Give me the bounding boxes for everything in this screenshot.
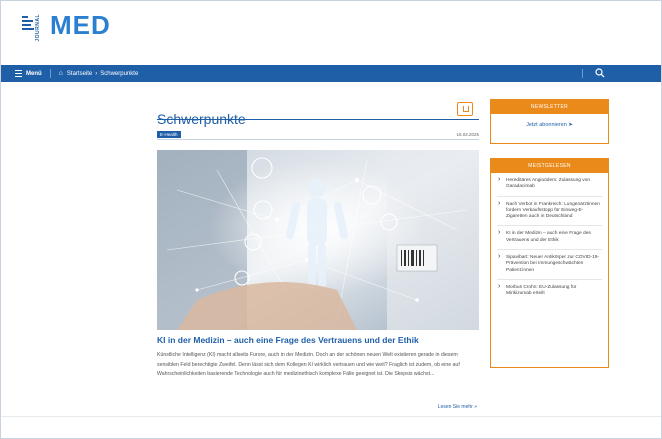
breadcrumb-separator: › (95, 70, 98, 77)
article-headline[interactable]: KI in der Medizin – auch eine Frage des … (157, 335, 479, 345)
category-tag[interactable]: E-Health (157, 131, 181, 138)
breadcrumb-current: Schwerpunkte (100, 70, 139, 77)
most-read-list: Hereditäres Angioödem: Zulassung von Gar… (491, 173, 608, 303)
list-item[interactable]: Morbus Crohn: EU-Zulassung für Mirikizum… (497, 280, 602, 303)
breadcrumb-home[interactable]: Startseite (67, 71, 92, 77)
newsletter-link-label: Jetzt abonnieren (526, 122, 567, 128)
breadcrumb: ⌂ Startseite › Schwerpunkte (59, 70, 139, 77)
article-date: 16.02.2025 (456, 132, 479, 137)
article-hero-image[interactable] (157, 150, 479, 330)
read-more-link[interactable]: Lesen Sie mehr » (438, 404, 477, 410)
home-icon: ⌂ (58, 70, 63, 77)
search-divider (582, 69, 583, 78)
logo-mark: JOURNAL (22, 14, 48, 42)
newsletter-subscribe-link[interactable]: Jetzt abonnieren ➤ (491, 114, 608, 128)
paper-plane-icon: ➤ (568, 122, 573, 128)
bookmark-icon[interactable] (457, 102, 473, 116)
title-divider (157, 119, 479, 120)
list-item[interactable]: Nach Verbot in Frankreich: Lungenärztinn… (497, 197, 602, 227)
menu-label: Menü (26, 70, 42, 77)
menu-button[interactable]: Menü (15, 70, 42, 77)
newsletter-heading: NEWSLETTER (491, 100, 608, 114)
most-read-heading: MEISTGELESEN (491, 159, 608, 173)
sidebar: NEWSLETTER Jetzt abonnieren ➤ MEISTGELES… (490, 99, 609, 368)
newsletter-box: NEWSLETTER Jetzt abonnieren ➤ (490, 99, 609, 144)
tag-divider (157, 139, 479, 140)
article-teaser: Künstliche Intelligenz (KI) macht allsei… (157, 352, 460, 377)
nav-divider (49, 69, 51, 78)
most-read-box: MEISTGELESEN Hereditäres Angioödem: Zula… (490, 158, 609, 368)
search-icon[interactable] (595, 68, 605, 78)
site-logo[interactable]: JOURNAL MED (22, 10, 111, 42)
logo-text: MED (50, 10, 111, 40)
bottom-divider (1, 416, 661, 417)
logo-journal-text: JOURNAL (35, 14, 41, 42)
list-item[interactable]: KI in der Medizin – auch eine Frage des … (497, 226, 602, 251)
list-item[interactable]: Sipavibart: Neuer Antikörper zur COVID-1… (497, 250, 602, 280)
list-item[interactable]: Hereditäres Angioödem: Zulassung von Gar… (497, 173, 602, 197)
menu-icon (15, 70, 22, 77)
main-navbar: Menü ⌂ Startseite › Schwerpunkte (1, 65, 661, 82)
